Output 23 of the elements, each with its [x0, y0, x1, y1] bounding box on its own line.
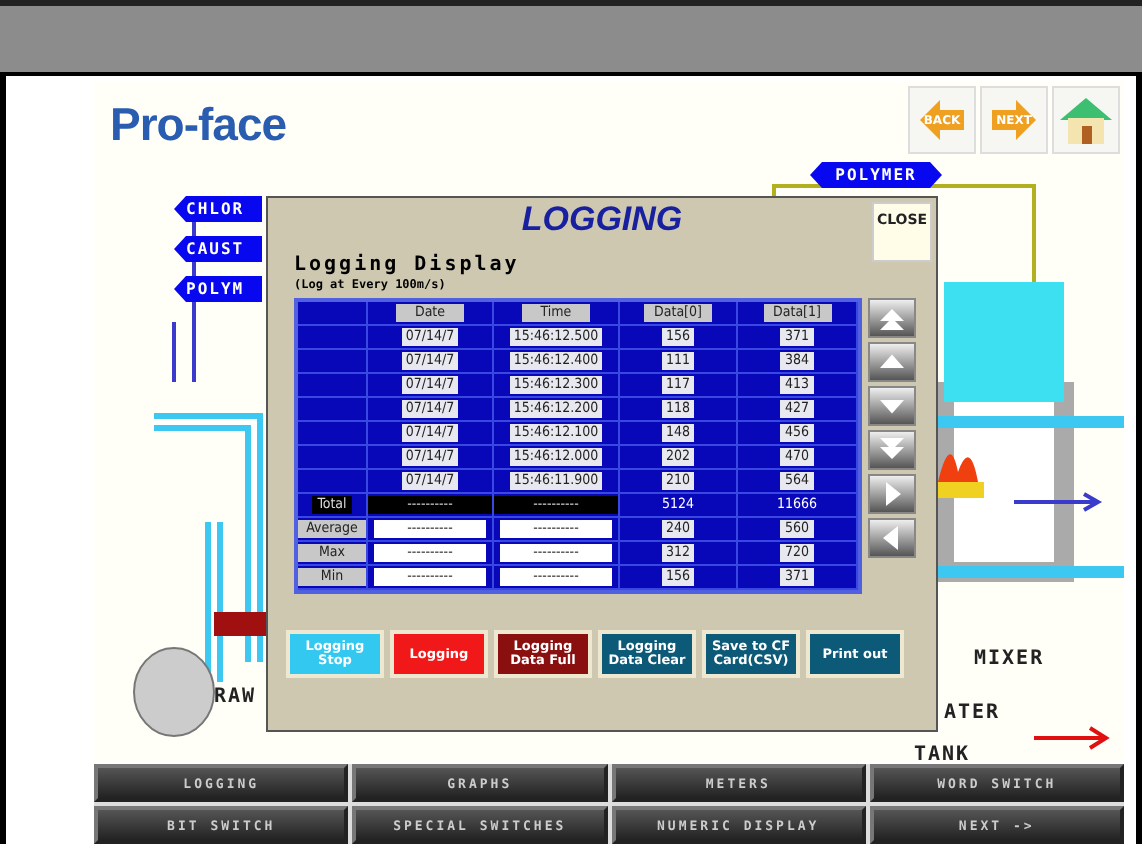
scroll-bottom-button[interactable]: [868, 430, 916, 470]
flow-arrow: [1032, 726, 1110, 750]
home-button[interactable]: [1052, 86, 1120, 154]
scroll-up-button[interactable]: [868, 342, 916, 382]
burner-flame-icon: [934, 454, 984, 498]
scroll-left-button[interactable]: [868, 518, 916, 558]
heading: Logging Display: [294, 254, 520, 276]
house-icon: [1056, 92, 1116, 148]
chemical-tag: CAUST: [174, 236, 262, 262]
raw-label: RAW: [214, 686, 257, 708]
mixer-label: MIXER: [974, 648, 1045, 670]
chemical-tag: POLYMER: [810, 162, 942, 188]
logo: Pro-face: [110, 98, 287, 152]
right-arrow-icon: [986, 94, 1042, 146]
scroll-right-button[interactable]: [868, 474, 916, 514]
tank-label: TANK: [914, 744, 971, 766]
scroll-top-button[interactable]: [868, 298, 916, 338]
water-label: ATER: [944, 702, 1001, 724]
scroll-down-button[interactable]: [868, 386, 916, 426]
flow-arrow: [1012, 492, 1103, 512]
chemical-tag: POLYM: [174, 276, 262, 302]
dialog-title: LOGGING: [521, 200, 683, 240]
chemical-tag: CHLOR: [174, 196, 262, 222]
